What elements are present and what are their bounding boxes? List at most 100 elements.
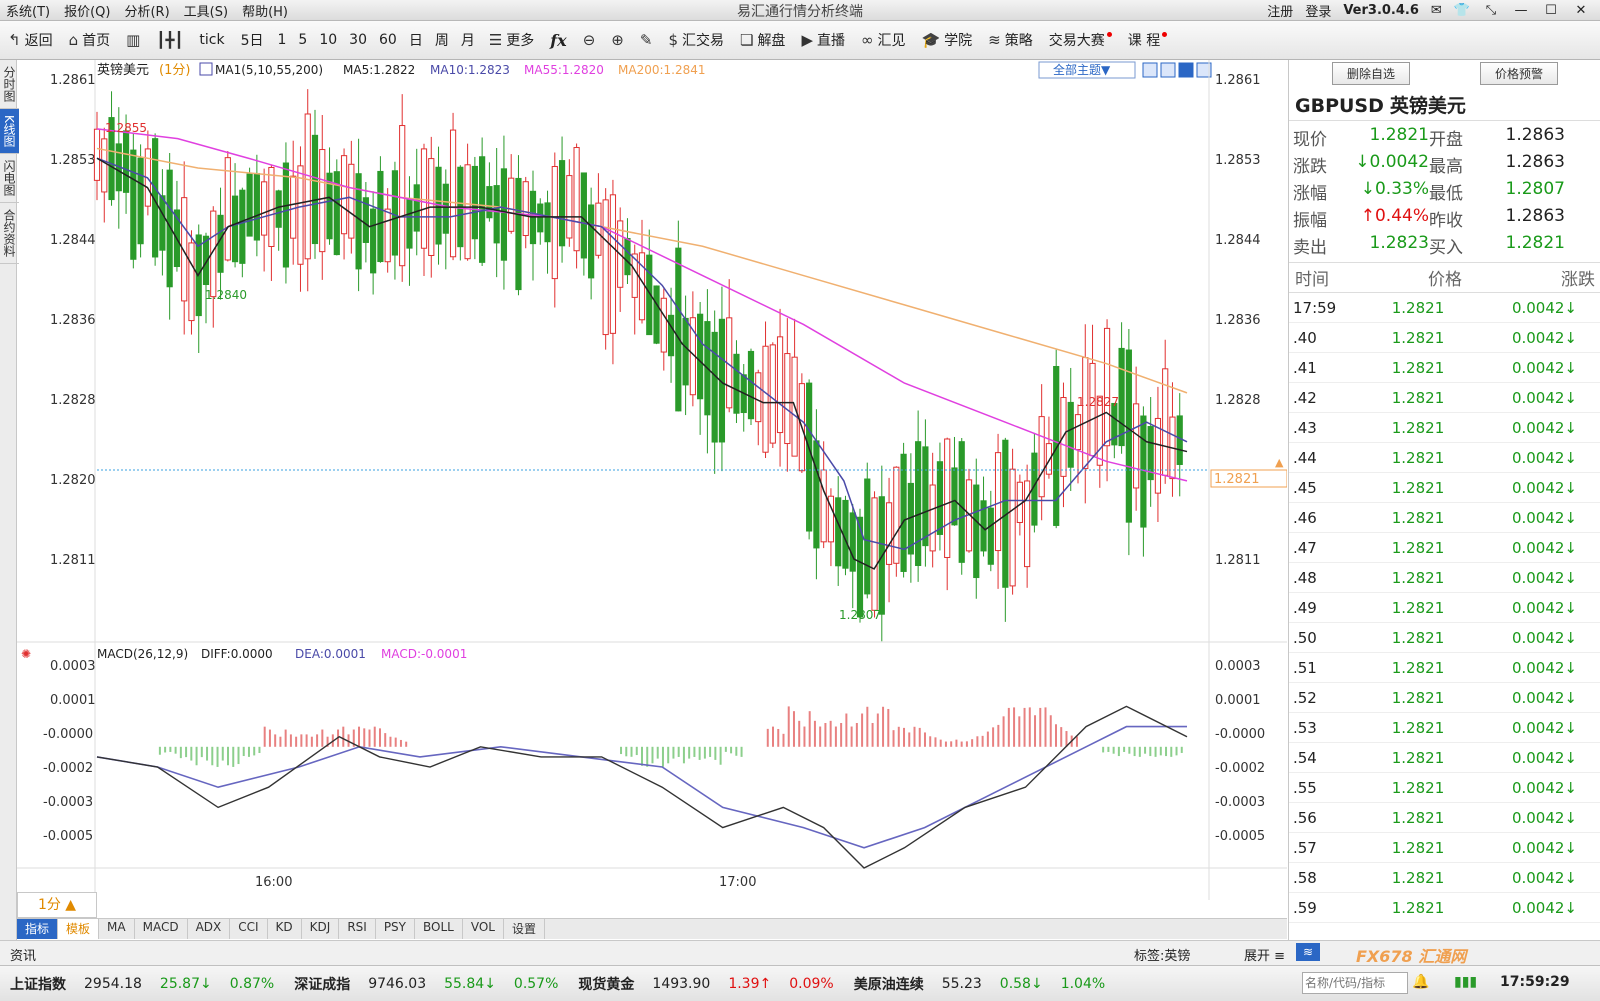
shirt-icon[interactable]: 👕 [1454, 3, 1470, 18]
home-button[interactable]: ⌂ 首页 [61, 25, 119, 55]
back-button[interactable]: ↰ 返回 [0, 25, 61, 55]
candle-body [239, 189, 246, 264]
period-week-button[interactable]: 周 [429, 25, 455, 55]
tick-row[interactable]: .55 1.2821 0.0042↓ [1289, 773, 1600, 803]
expand-button[interactable]: 展开 ≡ [1244, 945, 1285, 964]
tick-row[interactable]: .45 1.2821 0.0042↓ [1289, 473, 1600, 503]
layout-icon-3[interactable] [1178, 62, 1194, 78]
ticker-value: 2954.18 [84, 975, 142, 992]
price-alert-button[interactable]: 价格预警 [1479, 62, 1558, 85]
tick-change: 0.0042↓ [1511, 868, 1577, 887]
login-link[interactable]: 登录 [1305, 1, 1331, 20]
period-day-button[interactable]: 日 [403, 25, 429, 55]
tab-rsi[interactable]: RSI [339, 919, 376, 939]
tab-adx[interactable]: ADX [188, 919, 231, 939]
delete-watchlist-button[interactable]: 删除自选 [1331, 62, 1410, 85]
tick-row[interactable]: .50 1.2821 0.0042↓ [1289, 623, 1600, 653]
ma-toggle-icon[interactable] [199, 62, 213, 76]
draw-button[interactable]: ✎ [632, 25, 661, 55]
live-button[interactable]: ▶ 直播 [793, 25, 853, 55]
tick-row[interactable]: .58 1.2821 0.0042↓ [1289, 863, 1600, 893]
tick-row[interactable]: .40 1.2821 0.0042↓ [1289, 323, 1600, 353]
analysis-button[interactable]: ❏ 解盘 [732, 25, 793, 55]
ticker-item[interactable]: 美原油连续 55.23 0.58↓ 1.04% [844, 974, 1115, 994]
ticker-item[interactable]: 上证指数 2954.18 25.87↓ 0.87% [0, 974, 284, 994]
contest-button[interactable]: 交易大赛 [1041, 25, 1120, 55]
tab-psy[interactable]: PSY [376, 919, 415, 939]
mail-icon[interactable]: ✉ [1431, 3, 1442, 18]
tick-row[interactable]: .42 1.2821 0.0042↓ [1289, 383, 1600, 413]
menu-quote[interactable]: 报价(Q) [64, 1, 110, 20]
school-button[interactable]: 🎓 学院 [913, 25, 980, 55]
menu-help[interactable]: 帮助(H) [242, 1, 288, 20]
period-1-button[interactable]: 1 [272, 25, 293, 55]
period-30-button[interactable]: 30 [343, 25, 373, 55]
tick-row[interactable]: .53 1.2821 0.0042↓ [1289, 713, 1600, 743]
zoom-in-button[interactable]: ⊕ [603, 25, 632, 55]
tick-row[interactable]: .57 1.2821 0.0042↓ [1289, 833, 1600, 863]
more-button[interactable]: ☰ 更多 [481, 25, 542, 55]
course-button[interactable]: 课 程 [1120, 25, 1175, 55]
tab-kdj[interactable]: KDJ [302, 919, 340, 939]
tab-kd[interactable]: KD [268, 919, 302, 939]
restore-icon[interactable]: ⤡ [1482, 3, 1500, 18]
tick-row[interactable]: .56 1.2821 0.0042↓ [1289, 803, 1600, 833]
tab-template[interactable]: 模板 [58, 919, 100, 939]
huijian-button[interactable]: ∞ 汇见 [853, 25, 914, 55]
tick-row[interactable]: .44 1.2821 0.0042↓ [1289, 443, 1600, 473]
layout-icon-1[interactable] [1142, 62, 1158, 78]
tick-list[interactable]: 17:59 1.2821 0.0042↓ .40 1.2821 0.0042↓ .41 1.2… [1289, 293, 1600, 923]
menu-tools[interactable]: 工具(S) [184, 1, 228, 20]
candle-chart-button[interactable]: ┃╋┃ [148, 25, 191, 55]
tab-cci[interactable]: CCI [230, 919, 268, 939]
zoom-out-button[interactable]: ⊖ [575, 25, 604, 55]
menu-analysis[interactable]: 分析(R) [124, 1, 169, 20]
tick-row[interactable]: .54 1.2821 0.0042↓ [1289, 743, 1600, 773]
formula-button[interactable]: fx [542, 25, 574, 55]
tick-row[interactable]: .46 1.2821 0.0042↓ [1289, 503, 1600, 533]
tick-row[interactable]: .43 1.2821 0.0042↓ [1289, 413, 1600, 443]
maximize-icon[interactable]: ☐ [1542, 3, 1560, 18]
search-input[interactable] [1302, 972, 1408, 994]
period-5-button[interactable]: 5 [292, 25, 313, 55]
layout-icon-2[interactable] [1160, 62, 1176, 78]
macd-settings-icon[interactable]: ✺ [21, 647, 31, 661]
strategy-button[interactable]: ≋ 策略 [980, 25, 1041, 55]
rss-icon[interactable]: ≋ [1296, 943, 1320, 961]
period-60-button[interactable]: 60 [373, 25, 403, 55]
tick-row[interactable]: .51 1.2821 0.0042↓ [1289, 653, 1600, 683]
candle-body [246, 173, 253, 237]
ticker-item[interactable]: 现货黄金 1493.90 1.39↑ 0.09% [568, 974, 843, 994]
tab-ma[interactable]: MA [99, 919, 135, 939]
register-link[interactable]: 注册 [1267, 1, 1293, 20]
period-month-button[interactable]: 月 [455, 25, 481, 55]
tick-button[interactable]: tick [191, 25, 232, 55]
tick-row[interactable]: .52 1.2821 0.0042↓ [1289, 683, 1600, 713]
trade-button[interactable]: $ 汇交易 [660, 25, 732, 55]
tick-row[interactable]: .48 1.2821 0.0042↓ [1289, 563, 1600, 593]
kline-chart-panel[interactable]: 英镑美元 (1分) MA1(5,10,55,200) MA5:1.2822 MA… [17, 60, 1288, 940]
tick-row[interactable]: .47 1.2821 0.0042↓ [1289, 533, 1600, 563]
period-10-button[interactable]: 10 [313, 25, 343, 55]
bar-chart-button[interactable]: ▥ [118, 25, 148, 55]
bell-icon[interactable]: 🔔 [1412, 974, 1429, 990]
tab-boll[interactable]: BOLL [415, 919, 463, 939]
tab-settings[interactable]: 设置 [504, 919, 545, 939]
chart-svg[interactable]: 英镑美元 (1分) MA1(5,10,55,200) MA5:1.2822 MA… [17, 60, 1288, 940]
tick-row[interactable]: .59 1.2821 0.0042↓ [1289, 893, 1600, 923]
news-label[interactable]: 资讯 [10, 945, 36, 964]
ticker-item[interactable]: 深证成指 9746.03 55.84↓ 0.57% [284, 974, 568, 994]
tick-row[interactable]: .41 1.2821 0.0042↓ [1289, 353, 1600, 383]
close-icon[interactable]: ✕ [1572, 3, 1590, 18]
tab-vol[interactable]: VOL [463, 919, 504, 939]
candle-body [1154, 417, 1162, 494]
minimize-icon[interactable]: — [1512, 3, 1530, 18]
tab-indicators[interactable]: 指标 [17, 919, 59, 939]
tick-row[interactable]: 17:59 1.2821 0.0042↓ [1289, 293, 1600, 323]
period-selector[interactable]: 1分 ▲ [17, 892, 97, 918]
fiveday-button[interactable]: 5日 [233, 25, 272, 55]
menu-system[interactable]: 系统(T) [6, 1, 50, 20]
tick-row[interactable]: .49 1.2821 0.0042↓ [1289, 593, 1600, 623]
tab-macd[interactable]: MACD [135, 919, 188, 939]
candle-body [609, 194, 617, 334]
